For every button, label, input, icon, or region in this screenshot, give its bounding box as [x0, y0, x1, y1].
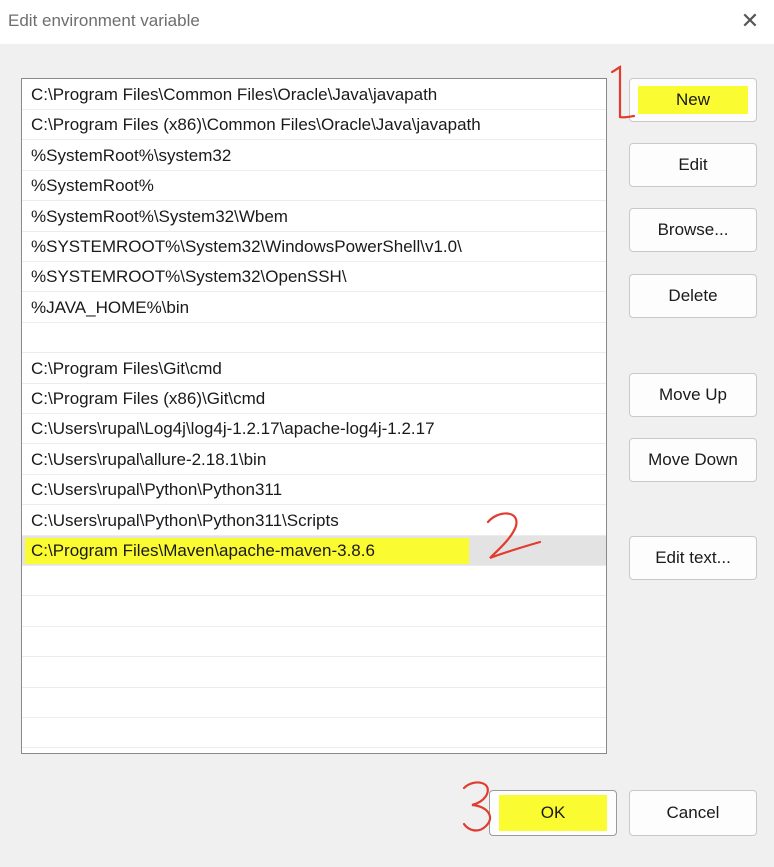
new-button-label: New	[637, 86, 748, 114]
list-item-label: C:\Program Files\Common Files\Oracle\Jav…	[31, 85, 438, 104]
empty-list-row[interactable]	[22, 658, 606, 688]
list-item[interactable]: C:\Program Files (x86)\Git\cmd	[22, 384, 606, 414]
list-item-label: C:\Users\rupal\Python\Python311\Scripts	[31, 510, 339, 530]
list-item-label: C:\Users\rupal\allure-2.18.1\bin	[31, 449, 267, 469]
path-list[interactable]: C:\Program Files\Common Files\Oracle\Jav…	[21, 78, 607, 754]
list-item[interactable]: C:\Users\rupal\Python\Python311	[22, 475, 606, 506]
move-down-button[interactable]: Move Down	[629, 438, 757, 482]
list-item[interactable]: C:\Users\rupal\allure-2.18.1\bin	[22, 445, 606, 475]
edit-text-button[interactable]: Edit text...	[629, 536, 757, 580]
move-down-button-label: Move Down	[648, 450, 738, 469]
close-icon[interactable]: ✕	[734, 6, 766, 36]
list-item-label: %SystemRoot%\System32\Wbem	[31, 206, 288, 226]
list-item[interactable]: %JAVA_HOME%\bin	[22, 293, 606, 323]
list-item-label: C:\Program Files\Maven\apache-maven-3.8.…	[25, 538, 469, 564]
browse-button[interactable]: Browse...	[629, 208, 757, 252]
list-item-label: C:\Program Files (x86)\Git\cmd	[31, 389, 266, 408]
list-item-label: C:\Users\rupal\Python\Python311	[31, 480, 283, 500]
move-up-button[interactable]: Move Up	[629, 373, 757, 417]
delete-button[interactable]: Delete	[629, 274, 757, 318]
new-button[interactable]: New	[629, 78, 757, 122]
list-item[interactable]: %SYSTEMROOT%\System32\OpenSSH\	[22, 262, 606, 293]
list-item-label: C:\Program Files\Git\cmd	[31, 358, 222, 378]
edit-text-button-label: Edit text...	[655, 548, 731, 567]
move-up-button-label: Move Up	[658, 385, 728, 404]
list-item[interactable]: C:\Program Files\Common Files\Oracle\Jav…	[22, 80, 606, 110]
list-item-label: %SystemRoot%\system32	[31, 145, 232, 165]
list-item-label: %SYSTEMROOT%\System32\OpenSSH\	[31, 267, 347, 287]
list-item-label: C:\Users\rupal\Log4j\log4j-1.2.17\apache…	[31, 419, 435, 439]
list-item[interactable]	[22, 323, 606, 354]
list-item[interactable]: C:\Users\rupal\Log4j\log4j-1.2.17\apache…	[22, 414, 606, 445]
browse-button-label: Browse...	[657, 220, 729, 239]
list-item-label: %SystemRoot%	[31, 176, 154, 196]
empty-list-row[interactable]	[22, 597, 606, 627]
list-item[interactable]: C:\Users\rupal\Python\Python311\Scripts	[22, 506, 606, 536]
cancel-button[interactable]: Cancel	[629, 790, 757, 836]
cancel-button-label: Cancel	[666, 803, 720, 822]
ok-button-label: OK	[498, 795, 608, 831]
list-item-label: %JAVA_HOME%\bin	[31, 297, 190, 317]
empty-list-row[interactable]	[22, 627, 606, 658]
list-item[interactable]: %SystemRoot%	[22, 171, 606, 202]
list-item[interactable]: C:\Program Files\Git\cmd	[22, 354, 606, 384]
list-item-label: %SYSTEMROOT%\System32\WindowsPowerShell\…	[31, 237, 462, 256]
list-item[interactable]: %SystemRoot%\system32	[22, 141, 606, 171]
list-item[interactable]: C:\Program Files\Maven\apache-maven-3.8.…	[22, 536, 606, 566]
empty-list-row[interactable]	[22, 718, 606, 749]
empty-list-row[interactable]	[22, 688, 606, 718]
window-title: Edit environment variable	[8, 11, 200, 30]
ok-button[interactable]: OK	[489, 790, 617, 836]
title-bar: Edit environment variable ✕	[0, 0, 774, 44]
list-item[interactable]: %SYSTEMROOT%\System32\WindowsPowerShell\…	[22, 232, 606, 262]
empty-list-row[interactable]	[22, 566, 606, 597]
edit-button-label: Edit	[678, 155, 708, 174]
empty-list-row[interactable]	[22, 749, 606, 753]
delete-button-label: Delete	[668, 286, 718, 305]
list-item-label: C:\Program Files (x86)\Common Files\Orac…	[31, 115, 481, 135]
list-item[interactable]: %SystemRoot%\System32\Wbem	[22, 202, 606, 232]
list-item[interactable]: C:\Program Files (x86)\Common Files\Orac…	[22, 110, 606, 141]
edit-button[interactable]: Edit	[629, 143, 757, 187]
